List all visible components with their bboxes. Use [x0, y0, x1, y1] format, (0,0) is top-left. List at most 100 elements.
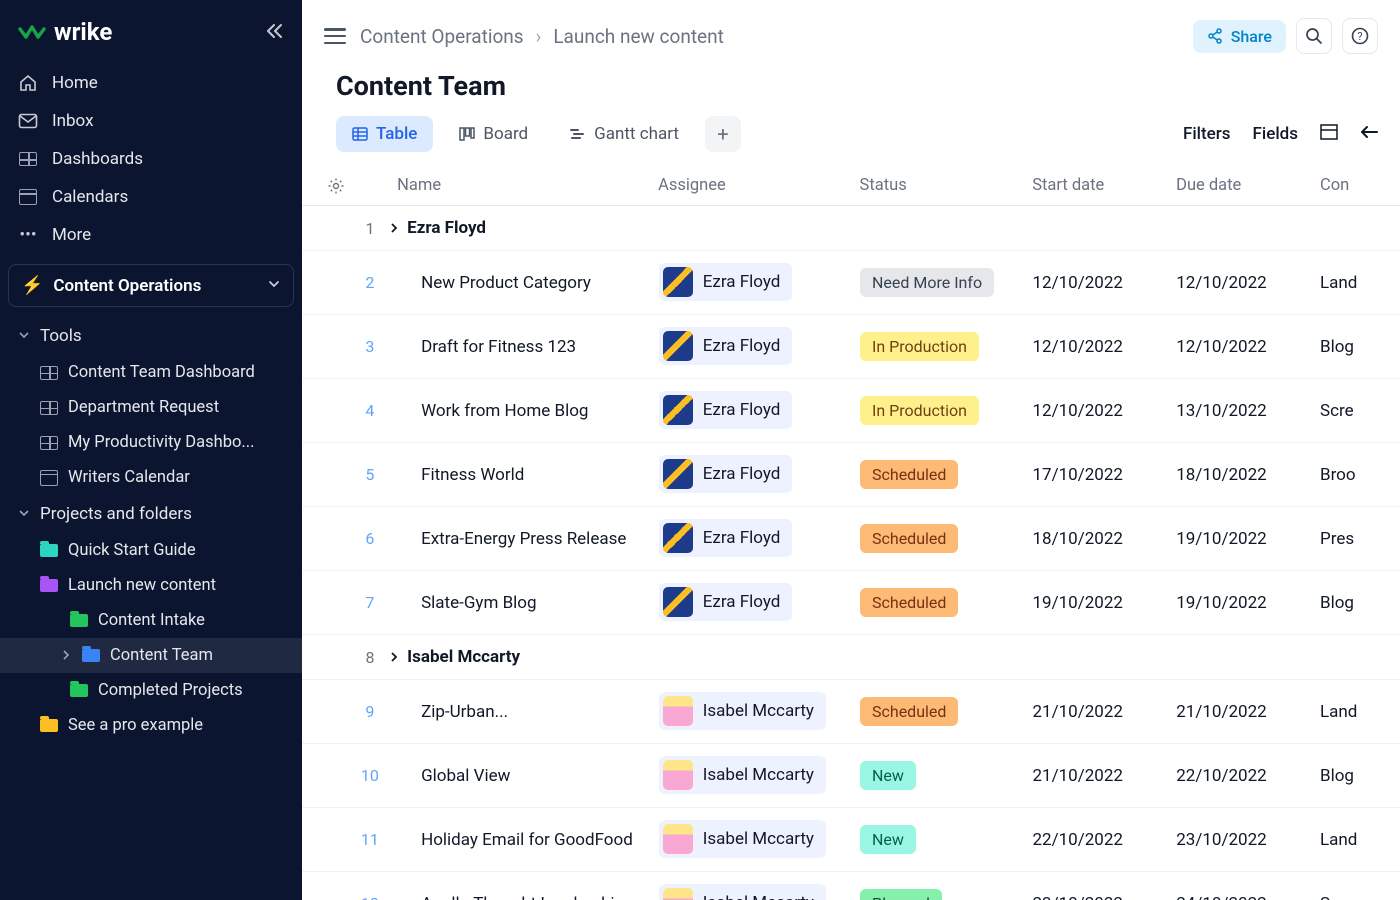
content-type[interactable]: Blog: [1320, 337, 1400, 357]
assignee-chip[interactable]: Ezra Floyd: [659, 391, 793, 429]
content-type[interactable]: Land: [1320, 830, 1400, 850]
back-arrow-button[interactable]: [1360, 124, 1378, 144]
status-badge[interactable]: Need More Info: [860, 268, 994, 297]
group-row[interactable]: 8Isabel Mccarty: [302, 635, 1400, 680]
assignee-chip[interactable]: Ezra Floyd: [659, 455, 793, 493]
tree-launch-new-content[interactable]: Launch new content: [0, 568, 302, 603]
tree-tools-header[interactable]: Tools: [0, 317, 302, 355]
status-badge[interactable]: Scheduled: [860, 588, 958, 617]
due-date[interactable]: 21/10/2022: [1176, 702, 1320, 722]
expand-button[interactable]: [1320, 124, 1338, 145]
content-type[interactable]: Land: [1320, 273, 1400, 293]
start-date[interactable]: 22/10/2022: [1033, 830, 1177, 850]
share-button[interactable]: Share: [1193, 20, 1286, 53]
assignee-chip[interactable]: Ezra Floyd: [659, 519, 793, 557]
add-view-button[interactable]: +: [705, 116, 741, 152]
content-type[interactable]: Blog: [1320, 766, 1400, 786]
status-badge[interactable]: In Production: [860, 396, 979, 425]
start-date[interactable]: 19/10/2022: [1033, 593, 1177, 613]
col-header-name[interactable]: Name: [389, 176, 658, 195]
view-tab-gantt[interactable]: Gantt chart: [554, 116, 695, 152]
status-badge[interactable]: Scheduled: [860, 524, 958, 553]
due-date[interactable]: 13/10/2022: [1176, 401, 1320, 421]
nav-dashboards[interactable]: Dashboards: [0, 140, 302, 178]
due-date[interactable]: 23/10/2022: [1176, 830, 1320, 850]
task-row[interactable]: 2 New Product Category Ezra Floyd Need M…: [302, 251, 1400, 315]
logo[interactable]: wrike: [18, 18, 112, 46]
status-badge[interactable]: In Production: [860, 332, 979, 361]
tree-content-intake[interactable]: Content Intake: [0, 603, 302, 638]
start-date[interactable]: 12/10/2022: [1033, 273, 1177, 293]
task-row[interactable]: 5 Fitness World Ezra Floyd Scheduled 17/…: [302, 443, 1400, 507]
col-header-start[interactable]: Start date: [1032, 176, 1176, 195]
help-button[interactable]: ?: [1342, 18, 1378, 54]
assignee-chip[interactable]: Ezra Floyd: [659, 327, 793, 365]
col-header-status[interactable]: Status: [860, 176, 1033, 195]
tree-tool-my-productivity[interactable]: My Productivity Dashbo...: [0, 425, 302, 460]
content-type[interactable]: Scre: [1320, 401, 1400, 421]
task-name[interactable]: Apollo Thought Leadership: [389, 894, 659, 900]
tree-tool-writers-calendar[interactable]: Writers Calendar: [0, 460, 302, 495]
task-row[interactable]: 10 Global View Isabel Mccarty New 21/10/…: [302, 744, 1400, 808]
start-date[interactable]: 21/10/2022: [1033, 766, 1177, 786]
task-name[interactable]: Global View: [389, 766, 659, 786]
content-type[interactable]: Broo: [1320, 465, 1400, 485]
task-name[interactable]: Draft for Fitness 123: [389, 337, 659, 357]
tree-tool-department-request[interactable]: Department Request: [0, 390, 302, 425]
col-header-content[interactable]: Con: [1320, 176, 1400, 195]
tree-completed-projects[interactable]: Completed Projects: [0, 673, 302, 708]
assignee-chip[interactable]: Ezra Floyd: [659, 263, 793, 301]
task-row[interactable]: 9 Zip-Urban... Isabel Mccarty Scheduled …: [302, 680, 1400, 744]
due-date[interactable]: 22/10/2022: [1176, 766, 1320, 786]
content-type[interactable]: Scre: [1320, 894, 1400, 900]
due-date[interactable]: 18/10/2022: [1176, 465, 1320, 485]
filters-button[interactable]: Filters: [1183, 124, 1231, 144]
space-selector[interactable]: ⚡ Content Operations: [8, 264, 294, 307]
tree-content-team[interactable]: Content Team: [0, 638, 302, 673]
due-date[interactable]: 19/10/2022: [1176, 529, 1320, 549]
search-button[interactable]: [1296, 18, 1332, 54]
task-name[interactable]: Work from Home Blog: [389, 401, 659, 421]
nav-home[interactable]: Home: [0, 64, 302, 102]
assignee-chip[interactable]: Isabel Mccarty: [659, 820, 826, 858]
tree-pro-example[interactable]: See a pro example: [0, 708, 302, 743]
status-badge[interactable]: Scheduled: [860, 460, 958, 489]
start-date[interactable]: 12/10/2022: [1033, 401, 1177, 421]
task-row[interactable]: 7 Slate-Gym Blog Ezra Floyd Scheduled 19…: [302, 571, 1400, 635]
fields-button[interactable]: Fields: [1253, 124, 1298, 144]
task-row[interactable]: 11 Holiday Email for GoodFood Isabel Mcc…: [302, 808, 1400, 872]
start-date[interactable]: 21/10/2022: [1033, 702, 1177, 722]
start-date[interactable]: 18/10/2022: [1033, 529, 1177, 549]
view-tab-board[interactable]: Board: [443, 116, 544, 152]
tree-projects-header[interactable]: Projects and folders: [0, 495, 302, 533]
breadcrumb-current[interactable]: Launch new content: [553, 25, 724, 48]
tree-quick-start[interactable]: Quick Start Guide: [0, 533, 302, 568]
task-name[interactable]: Zip-Urban...: [389, 702, 659, 722]
view-tab-table[interactable]: Table: [336, 116, 433, 152]
task-row[interactable]: 3 Draft for Fitness 123 Ezra Floyd In Pr…: [302, 315, 1400, 379]
content-type[interactable]: Pres: [1320, 529, 1400, 549]
assignee-chip[interactable]: Ezra Floyd: [659, 583, 793, 621]
due-date[interactable]: 24/10/2022: [1176, 894, 1320, 900]
nav-inbox[interactable]: Inbox: [0, 102, 302, 140]
nav-calendars[interactable]: Calendars: [0, 178, 302, 216]
task-row[interactable]: 6 Extra-Energy Press Release Ezra Floyd …: [302, 507, 1400, 571]
task-row[interactable]: 12 Apollo Thought Leadership Isabel Mcca…: [302, 872, 1400, 900]
group-row[interactable]: 1Ezra Floyd: [302, 206, 1400, 251]
due-date[interactable]: 19/10/2022: [1176, 593, 1320, 613]
collapse-sidebar-button[interactable]: [264, 20, 284, 44]
due-date[interactable]: 12/10/2022: [1176, 337, 1320, 357]
content-type[interactable]: Blog: [1320, 593, 1400, 613]
task-row[interactable]: 4 Work from Home Blog Ezra Floyd In Prod…: [302, 379, 1400, 443]
status-badge[interactable]: Planned: [860, 889, 942, 900]
task-name[interactable]: New Product Category: [389, 273, 659, 293]
breadcrumb-parent[interactable]: Content Operations: [360, 25, 524, 48]
assignee-chip[interactable]: Isabel Mccarty: [659, 756, 826, 794]
due-date[interactable]: 12/10/2022: [1176, 273, 1320, 293]
task-name[interactable]: Extra-Energy Press Release: [389, 529, 659, 549]
task-name[interactable]: Slate-Gym Blog: [389, 593, 659, 613]
col-header-assignee[interactable]: Assignee: [658, 176, 859, 195]
status-badge[interactable]: New: [860, 761, 916, 790]
menu-button[interactable]: [324, 28, 346, 44]
assignee-chip[interactable]: Isabel Mccarty: [659, 884, 826, 900]
